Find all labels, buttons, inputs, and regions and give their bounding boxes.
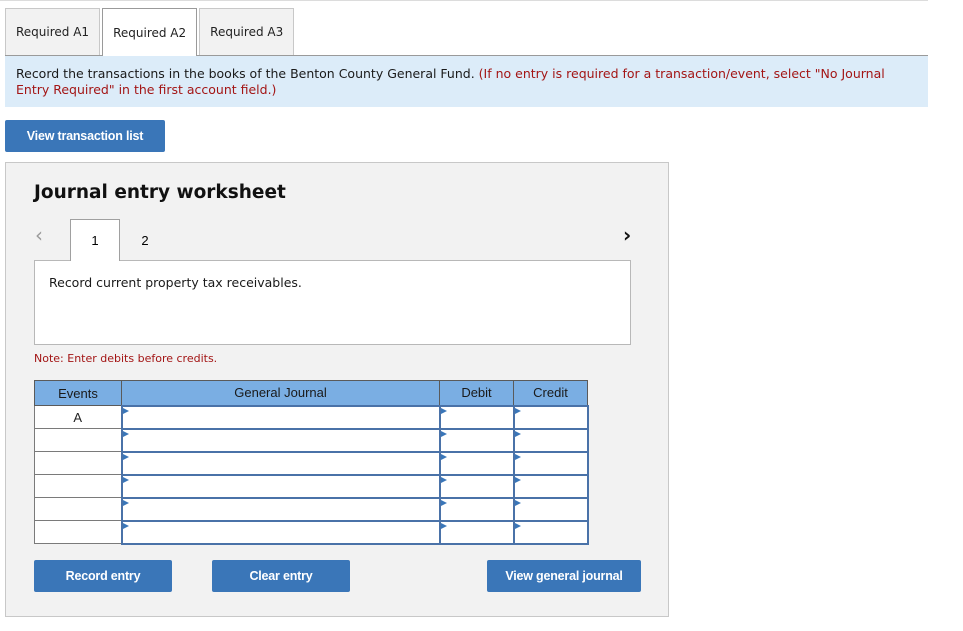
debit-cell — [438, 496, 515, 522]
credit-cell — [512, 473, 589, 499]
event-cell — [34, 428, 122, 452]
credit-cell — [512, 450, 589, 476]
requirement-tabs: Required A1 Required A2 Required A3 — [5, 8, 296, 56]
event-cell — [34, 451, 122, 475]
account-select[interactable] — [122, 475, 439, 497]
chevron-right-icon[interactable]: › — [623, 224, 631, 246]
credit-input[interactable] — [514, 406, 587, 428]
debit-input[interactable] — [440, 521, 513, 543]
account-select[interactable] — [122, 521, 439, 543]
credit-cell — [512, 404, 589, 430]
event-cell: A — [34, 405, 122, 429]
account-select[interactable] — [122, 406, 439, 428]
account-cell — [120, 404, 441, 430]
worksheet-page-1[interactable]: 1 — [70, 219, 120, 261]
debit-input[interactable] — [440, 429, 513, 451]
instruction-banner: Record the transactions in the books of … — [5, 56, 928, 107]
credit-cell — [512, 427, 589, 453]
worksheet-page-2[interactable]: 2 — [120, 219, 170, 261]
view-transaction-list-button[interactable]: View transaction list — [5, 120, 165, 152]
journal-row — [34, 473, 589, 499]
account-select[interactable] — [122, 498, 439, 520]
header-events: Events — [34, 380, 122, 406]
chevron-left-icon[interactable]: ‹ — [35, 224, 43, 246]
top-divider — [0, 0, 928, 1]
journal-row — [34, 519, 589, 545]
debit-cell — [438, 519, 515, 545]
tab-required-a1[interactable]: Required A1 — [5, 8, 101, 55]
tab-required-a2[interactable]: Required A2 — [102, 8, 198, 56]
tab-required-a3[interactable]: Required A3 — [199, 8, 295, 55]
credit-input[interactable] — [514, 475, 587, 497]
journal-row — [34, 427, 589, 453]
instruction-text: Record the transactions in the books of … — [16, 66, 475, 81]
event-cell — [34, 474, 122, 498]
credit-cell — [512, 519, 589, 545]
debit-input[interactable] — [440, 452, 513, 474]
debit-cell — [438, 450, 515, 476]
transaction-description: Record current property tax receivables. — [34, 260, 631, 345]
journal-entry-worksheet: Journal entry worksheet ‹ 1 2 › Record c… — [5, 162, 669, 617]
debit-input[interactable] — [440, 475, 513, 497]
account-cell — [120, 496, 441, 522]
debit-cell — [438, 427, 515, 453]
journal-row — [34, 496, 589, 522]
credit-cell — [512, 496, 589, 522]
account-cell — [120, 450, 441, 476]
worksheet-title: Journal entry worksheet — [34, 182, 286, 203]
event-cell — [34, 497, 122, 521]
debit-input[interactable] — [440, 406, 513, 428]
account-select[interactable] — [122, 452, 439, 474]
header-general-journal: General Journal — [121, 380, 440, 406]
journal-row: A — [34, 404, 589, 430]
credit-input[interactable] — [514, 452, 587, 474]
credit-input[interactable] — [514, 521, 587, 543]
credit-input[interactable] — [514, 498, 587, 520]
record-entry-button[interactable]: Record entry — [34, 560, 172, 592]
account-cell — [120, 519, 441, 545]
debit-cell — [438, 404, 515, 430]
transaction-description-text: Record current property tax receivables. — [49, 275, 302, 290]
debit-input[interactable] — [440, 498, 513, 520]
journal-header-row: Events General Journal Debit Credit — [34, 380, 588, 406]
journal-row — [34, 450, 589, 476]
debit-cell — [438, 473, 515, 499]
account-select[interactable] — [122, 429, 439, 451]
header-credit: Credit — [513, 380, 588, 406]
credit-input[interactable] — [514, 429, 587, 451]
event-cell — [34, 520, 122, 544]
clear-entry-button[interactable]: Clear entry — [212, 560, 350, 592]
debits-note: Note: Enter debits before credits. — [34, 352, 218, 365]
account-cell — [120, 473, 441, 499]
account-cell — [120, 427, 441, 453]
view-general-journal-button[interactable]: View general journal — [487, 560, 641, 592]
journal-table: Events General Journal Debit Credit A — [34, 380, 589, 545]
header-debit: Debit — [439, 380, 514, 406]
